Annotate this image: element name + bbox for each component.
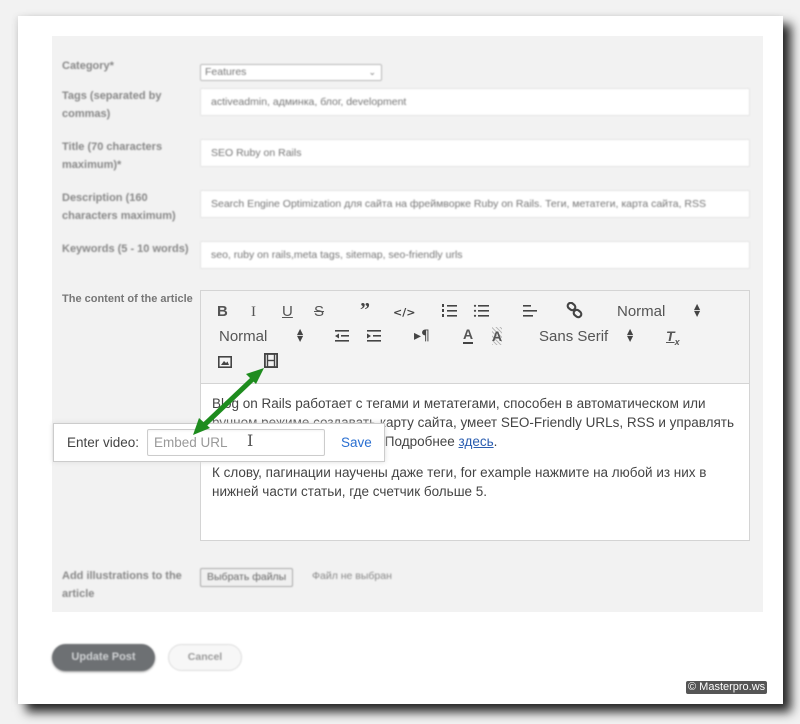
film-icon	[263, 352, 278, 368]
size-select-arrows-icon[interactable]: ▲ ▼	[297, 328, 303, 343]
quote-icon: ”	[360, 299, 370, 321]
details-link[interactable]: здесь	[459, 434, 494, 449]
ordered-list-icon	[442, 304, 457, 317]
post-form: Category* Features ⌄ Tags (separated by …	[52, 36, 763, 612]
code-block-button[interactable]: </>	[393, 304, 415, 322]
background-color-button[interactable]: A	[492, 327, 503, 345]
image-button[interactable]	[218, 354, 232, 372]
category-select[interactable]: Features ⌄	[200, 64, 382, 81]
background-color-icon: A	[492, 328, 503, 344]
editor-toolbar: B I U S ” </> Normal Normal ▸¶ A A Sans …	[201, 291, 749, 384]
category-value: Features	[205, 66, 247, 78]
category-label: Category*	[62, 60, 114, 72]
embed-url-input[interactable]	[147, 429, 325, 456]
description-label: Description (160 characters maximum)	[62, 192, 176, 222]
align-button[interactable]	[522, 303, 538, 323]
file-status: Файл не выбран	[312, 570, 392, 582]
font-select[interactable]: Sans Serif	[539, 328, 608, 346]
update-post-button[interactable]: Update Post	[52, 644, 155, 671]
link-icon	[566, 301, 583, 319]
size-select[interactable]: Normal	[219, 328, 267, 346]
cancel-button[interactable]: Cancel	[168, 644, 242, 671]
align-left-icon	[523, 305, 537, 317]
font-color-icon: A	[463, 326, 474, 342]
bold-button[interactable]: B	[217, 303, 228, 321]
indent-decrease-button[interactable]	[334, 328, 350, 348]
rich-text-editor: B I U S ” </> Normal Normal ▸¶ A A Sans …	[200, 290, 750, 541]
link-button[interactable]	[566, 301, 583, 323]
description-input[interactable]: Search Engine Optimization для сайта на …	[200, 190, 750, 218]
strike-button[interactable]: S	[314, 303, 324, 321]
text-cursor-icon: I	[247, 431, 254, 450]
bullet-list-button[interactable]	[473, 303, 489, 323]
blockquote-button[interactable]: ”	[360, 299, 370, 321]
indent-increase-button[interactable]	[366, 328, 382, 348]
title-input[interactable]: SEO Ruby on Rails	[200, 139, 750, 167]
header-select-arrows-icon[interactable]: ▲ ▼	[694, 303, 700, 318]
image-icon	[218, 356, 232, 368]
ordered-list-button[interactable]	[441, 303, 457, 323]
text-direction-button[interactable]: ▸¶	[414, 327, 430, 345]
page-sheet: Category* Features ⌄ Tags (separated by …	[18, 16, 783, 704]
title-label: Title (70 characters maximum)*	[62, 141, 163, 171]
keywords-label: Keywords (5 - 10 words)	[62, 243, 189, 255]
clear-format-button[interactable]: Tx	[666, 327, 680, 351]
clear-format-icon: Tx	[666, 328, 680, 347]
font-select-arrows-icon[interactable]: ▲ ▼	[627, 328, 633, 343]
bullet-list-icon	[473, 304, 489, 317]
outdent-icon	[335, 330, 349, 342]
italic-button[interactable]: I	[251, 303, 256, 321]
chevron-down-icon: ⌄	[368, 67, 376, 77]
editor-paragraph: К слову, пагинации научены даже теги, fo…	[212, 465, 707, 499]
video-embed-tooltip: Enter video: I Save	[53, 423, 385, 462]
indent-icon	[367, 330, 381, 342]
tags-label: Tags (separated by commas)	[62, 90, 162, 120]
illustrations-label: Add illustrations to the article	[62, 570, 182, 600]
choose-files-button[interactable]: Выбрать файлы	[200, 568, 294, 587]
keywords-input[interactable]: seo, ruby on rails,meta tags, sitemap, s…	[200, 241, 750, 269]
tags-input[interactable]: activeadmin, админка, блог, development	[200, 88, 750, 116]
header-select[interactable]: Normal	[617, 303, 665, 321]
underline-button[interactable]: U	[282, 303, 293, 321]
save-video-button[interactable]: Save	[341, 435, 372, 450]
video-button[interactable]	[263, 352, 278, 372]
paragraph-end: .	[493, 434, 498, 449]
enter-video-label: Enter video:	[67, 435, 140, 450]
pilcrow-icon: ▸¶	[414, 328, 430, 344]
content-label: The content of the article	[62, 293, 193, 305]
font-color-button[interactable]: A	[463, 326, 474, 344]
watermark: © Masterpro.ws	[686, 681, 768, 694]
